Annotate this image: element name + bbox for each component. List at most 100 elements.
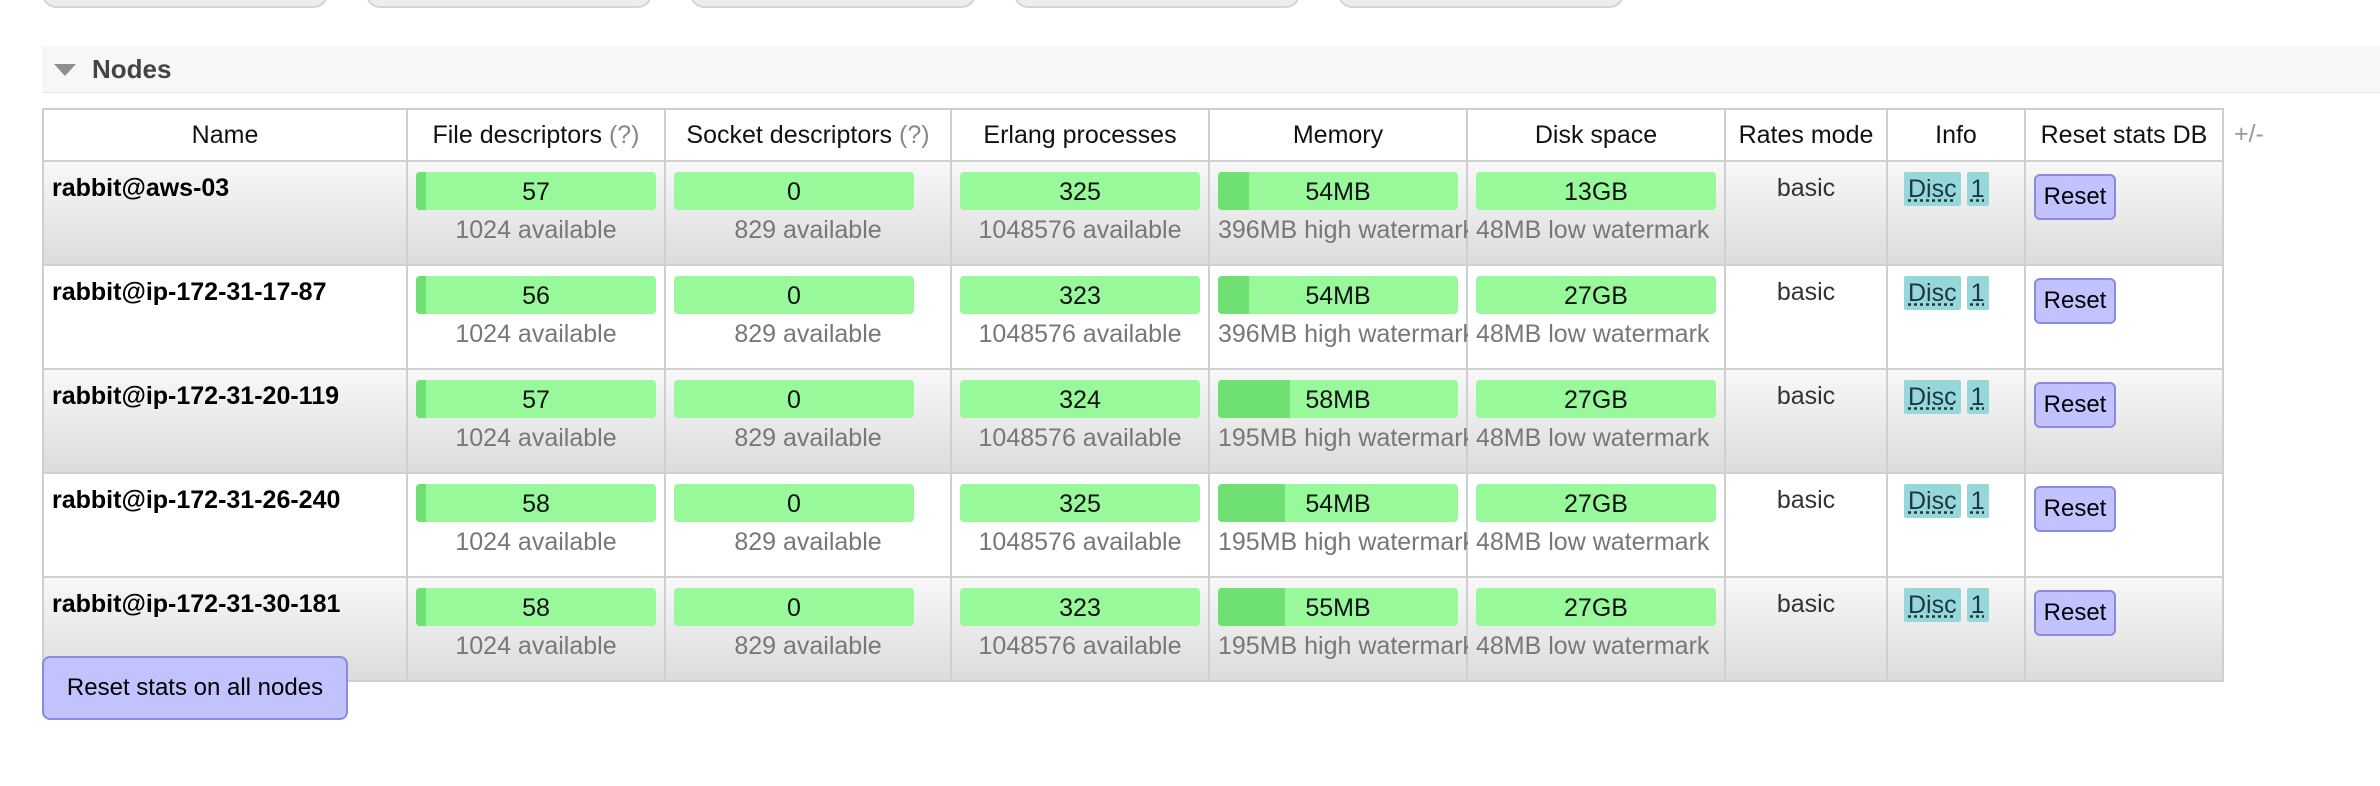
count-badge[interactable]: 1 [1966,588,1989,622]
info-cell: Disc 1 [1886,368,2026,474]
mem-bar: 55MB [1218,588,1458,626]
top-tab[interactable] [1338,0,1624,8]
disk-subtext: 48MB low watermark [1476,424,1710,452]
mem-subtext: 396MB high watermark [1218,216,1476,244]
disk-value: 13GB [1564,178,1628,206]
sd-cell: 0 829 available [664,264,952,370]
node-name[interactable]: rabbit@ip-172-31-17-87 [42,264,408,370]
sd-subtext: 829 available [734,632,882,660]
mem-cell: 58MB 195MB high watermark [1208,368,1475,474]
fd-bar: 57 [416,380,656,418]
disk-bar: 27GB [1476,380,1716,418]
node-name[interactable]: rabbit@ip-172-31-26-240 [42,472,408,578]
disk-subtext: 48MB low watermark [1476,632,1710,660]
col-reset-stats-db[interactable]: Reset stats DB [2024,108,2224,162]
rates-mode-value: basic [1776,590,1836,618]
mem-value: 54MB [1305,490,1371,518]
top-tab[interactable] [366,0,652,8]
fd-cell: 57 1024 available [406,368,666,474]
table-row: rabbit@aws-03 57 1024 available 0 829 av… [42,160,2224,266]
nodes-section-header[interactable]: Nodes [42,46,2380,93]
disc-badge[interactable]: Disc [1904,588,1961,622]
mem-subtext: 195MB high watermark [1218,424,1476,452]
column-toggle[interactable]: +/- [2234,120,2264,149]
rates-mode-cell: basic [1724,472,1888,578]
top-tab[interactable] [690,0,976,8]
reset-node-button[interactable]: Reset [2034,590,2116,636]
erl-cell: 323 1048576 available [950,576,1210,682]
erl-cell: 325 1048576 available [950,160,1210,266]
sd-value: 0 [787,386,801,414]
mem-subtext: 396MB high watermark [1218,320,1476,348]
erl-cell: 324 1048576 available [950,368,1210,474]
col-disk-space[interactable]: Disk space [1466,108,1726,162]
disc-badge[interactable]: Disc [1904,484,1961,518]
count-badge[interactable]: 1 [1966,380,1989,414]
fd-bar: 58 [416,588,656,626]
mem-cell: 54MB 195MB high watermark [1208,472,1475,578]
col-info[interactable]: Info [1886,108,2026,162]
disc-badge[interactable]: Disc [1904,380,1961,414]
top-tab[interactable] [1014,0,1300,8]
erl-value: 323 [1059,594,1101,622]
fd-cell: 57 1024 available [406,160,666,266]
info-cell: Disc 1 [1886,160,2026,266]
fd-bar: 58 [416,484,656,522]
node-name[interactable]: rabbit@aws-03 [42,160,408,266]
col-memory[interactable]: Memory [1208,108,1468,162]
erl-bar: 325 [960,484,1200,522]
reset-cell: Reset [2024,160,2224,266]
fd-subtext: 1024 available [455,320,617,348]
sd-value: 0 [787,282,801,310]
reset-node-button[interactable]: Reset [2034,174,2116,220]
disk-cell: 27GB 48MB low watermark [1466,472,1726,578]
disk-subtext: 48MB low watermark [1476,216,1710,244]
reset-cell: Reset [2024,368,2224,474]
erl-cell: 325 1048576 available [950,472,1210,578]
fd-subtext: 1024 available [455,528,617,556]
col-name[interactable]: Name [42,108,408,162]
mem-bar: 58MB [1218,380,1458,418]
reset-node-button[interactable]: Reset [2034,278,2116,324]
top-tab-strip [0,0,2380,10]
disk-cell: 27GB 48MB low watermark [1466,368,1726,474]
col-file-descriptors[interactable]: File descriptors (?) [406,108,666,162]
count-badge[interactable]: 1 [1966,484,1989,518]
erl-subtext: 1048576 available [978,424,1182,452]
count-badge[interactable]: 1 [1966,276,1989,310]
disk-value: 27GB [1564,386,1628,414]
sd-bar: 0 [674,380,914,418]
help-link[interactable]: (?) [609,121,640,149]
sd-cell: 0 829 available [664,160,952,266]
mem-value: 58MB [1305,386,1371,414]
fd-subtext: 1024 available [455,424,617,452]
reset-all-nodes-button[interactable]: Reset stats on all nodes [42,656,348,720]
erl-subtext: 1048576 available [978,216,1182,244]
fd-cell: 58 1024 available [406,576,666,682]
top-tab[interactable] [42,0,328,8]
sd-subtext: 829 available [734,424,882,452]
col-erlang-processes[interactable]: Erlang processes [950,108,1210,162]
help-link[interactable]: (?) [899,121,930,149]
mem-bar: 54MB [1218,172,1458,210]
disk-bar: 27GB [1476,484,1716,522]
fd-subtext: 1024 available [455,216,617,244]
collapse-triangle-icon[interactable] [54,64,76,76]
section-title: Nodes [92,54,172,84]
sd-subtext: 829 available [734,528,882,556]
table-row: rabbit@ip-172-31-26-240 58 1024 availabl… [42,472,2224,578]
reset-node-button[interactable]: Reset [2034,486,2116,532]
erl-bar: 323 [960,588,1200,626]
disk-cell: 13GB 48MB low watermark [1466,160,1726,266]
disc-badge[interactable]: Disc [1904,172,1961,206]
mem-cell: 54MB 396MB high watermark [1208,264,1475,370]
sd-cell: 0 829 available [664,368,952,474]
col-label: File descriptors [432,120,602,149]
disc-badge[interactable]: Disc [1904,276,1961,310]
col-socket-descriptors[interactable]: Socket descriptors (?) [664,108,952,162]
table-row: rabbit@ip-172-31-17-87 56 1024 available… [42,264,2224,370]
count-badge[interactable]: 1 [1966,172,1989,206]
reset-node-button[interactable]: Reset [2034,382,2116,428]
col-rates-mode[interactable]: Rates mode [1724,108,1888,162]
node-name[interactable]: rabbit@ip-172-31-20-119 [42,368,408,474]
